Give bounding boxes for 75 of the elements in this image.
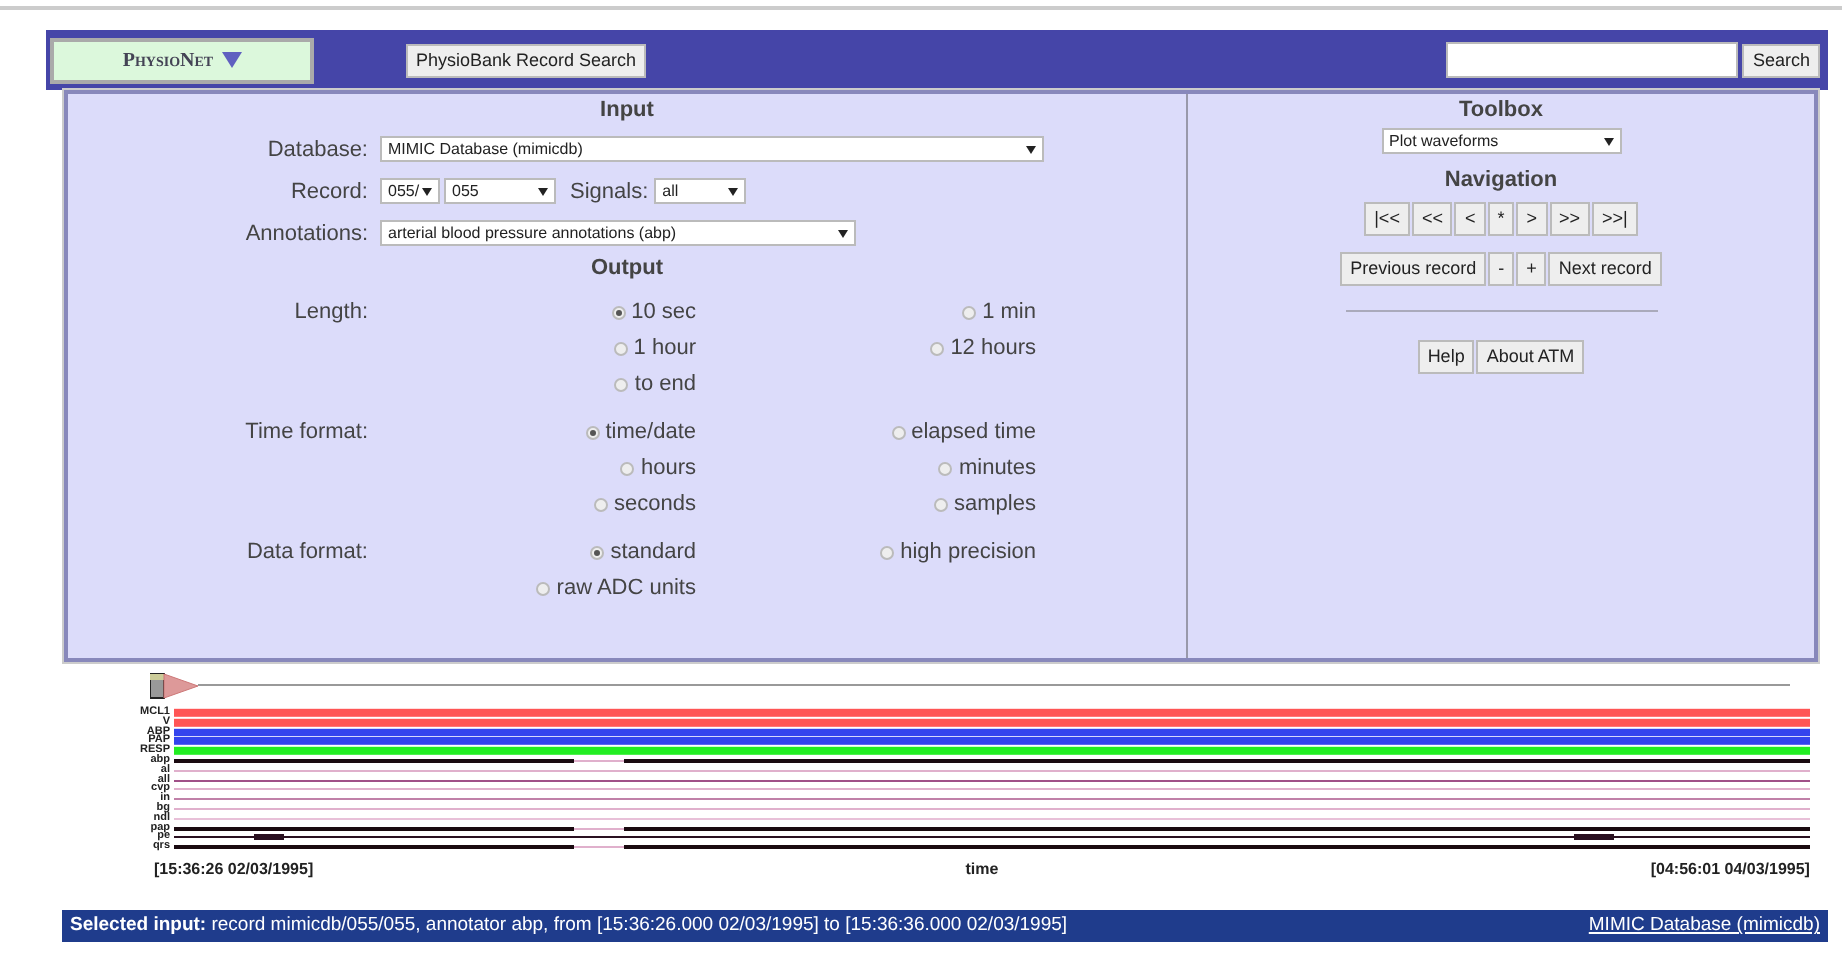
radio-icon[interactable] xyxy=(536,581,551,595)
record-select[interactable]: 055 xyxy=(444,178,556,204)
caret-icon xyxy=(538,186,548,196)
axis-label: time xyxy=(965,859,999,878)
radio-option[interactable]: seconds xyxy=(368,492,696,516)
option-label: Length: xyxy=(292,300,368,324)
section-heading: Output xyxy=(588,256,666,280)
caret-icon xyxy=(838,228,848,238)
field-label: Annotations: xyxy=(243,221,368,245)
end-time: [04:56:01 04/03/1995] xyxy=(1650,859,1810,878)
radio-icon[interactable] xyxy=(938,461,953,475)
radio-option[interactable]: high precision xyxy=(696,540,1036,564)
record-button[interactable]: Previous record xyxy=(1340,252,1487,286)
tool-select[interactable]: Plot waveforms xyxy=(1381,128,1621,154)
logo[interactable]: PhysioNet xyxy=(50,37,314,83)
caret-icon xyxy=(1603,136,1613,146)
radio-icon[interactable] xyxy=(585,425,600,439)
radio-option[interactable]: 12 hours xyxy=(696,336,1036,360)
radio-option[interactable]: minutes xyxy=(696,456,1036,480)
navigation-button[interactable]: >> xyxy=(1549,202,1591,236)
navigation-button[interactable]: * xyxy=(1487,202,1515,236)
radio-option[interactable]: raw ADC units xyxy=(368,576,696,600)
search-field[interactable] xyxy=(1446,42,1739,78)
caret-icon xyxy=(1026,144,1036,154)
field-label: Record: xyxy=(288,179,368,203)
radio-option[interactable]: 1 min xyxy=(696,300,1036,324)
signals-select[interactable]: all xyxy=(654,178,747,204)
start-time: [15:36:26 02/03/1995] xyxy=(154,859,314,878)
record-button[interactable]: - xyxy=(1488,252,1515,286)
radio-icon[interactable] xyxy=(590,545,605,559)
radio-option[interactable]: standard xyxy=(368,540,696,564)
radio-option[interactable]: elapsed time xyxy=(696,420,1036,444)
navigation-button[interactable]: << xyxy=(1411,202,1453,236)
navigation-button[interactable]: >>| xyxy=(1592,202,1638,236)
field-label: Database: xyxy=(265,137,368,161)
navigation-button[interactable]: |<< xyxy=(1364,202,1410,236)
radio-icon[interactable] xyxy=(962,305,977,319)
option-label: Data format: xyxy=(244,540,368,564)
radio-icon[interactable] xyxy=(880,545,895,559)
radio-option[interactable]: 1 hour xyxy=(368,336,696,360)
radio-option[interactable]: 10 sec xyxy=(368,300,696,324)
caret-icon xyxy=(728,186,739,196)
option-label: Time format: xyxy=(243,420,368,444)
field-label: Signals: xyxy=(570,179,649,203)
record-button[interactable]: + xyxy=(1516,252,1547,286)
radio-icon[interactable] xyxy=(611,305,626,319)
record-button[interactable]: Next record xyxy=(1548,252,1662,286)
radio-icon[interactable] xyxy=(934,497,949,511)
record-search-button[interactable]: PhysioBank Record Search xyxy=(406,43,647,77)
radio-option[interactable]: samples xyxy=(696,492,1036,516)
section-heading: Navigation xyxy=(1444,168,1558,192)
annotations-select[interactable]: arterial blood pressure annotations (abp) xyxy=(380,220,856,246)
database-link[interactable]: MIMIC Database (mimicdb) xyxy=(1588,914,1820,937)
help-button[interactable]: Help xyxy=(1417,340,1475,374)
status-text: Selected input: record mimicdb/055/055, annotator abp, from [15:36:26.000 02/03/1995] to [15:36:36.000 02/03/1995] xyxy=(70,914,1068,937)
search-button[interactable]: Search xyxy=(1742,43,1820,77)
caret-icon xyxy=(221,52,242,68)
database-select[interactable]: MIMIC Database (mimicdb) xyxy=(380,136,1044,162)
radio-icon[interactable] xyxy=(614,377,629,391)
navigation-button[interactable]: < xyxy=(1454,202,1486,236)
radio-icon[interactable] xyxy=(891,425,906,439)
slider-handle[interactable] xyxy=(150,672,198,700)
help-button[interactable]: About ATM xyxy=(1476,340,1585,374)
radio-option[interactable]: time/date xyxy=(368,420,696,444)
radio-icon[interactable] xyxy=(613,341,628,355)
radio-icon[interactable] xyxy=(594,497,609,511)
radio-icon[interactable] xyxy=(930,341,945,355)
navigation-button[interactable]: > xyxy=(1516,202,1548,236)
section-heading: Toolbox xyxy=(1459,98,1543,122)
section-heading: Input xyxy=(598,98,656,122)
directory-select[interactable]: 055/ xyxy=(380,178,440,204)
radio-icon[interactable] xyxy=(620,461,635,475)
caret-icon xyxy=(422,186,432,196)
radio-option[interactable]: to end xyxy=(368,372,696,396)
radio-option[interactable]: hours xyxy=(368,456,696,480)
